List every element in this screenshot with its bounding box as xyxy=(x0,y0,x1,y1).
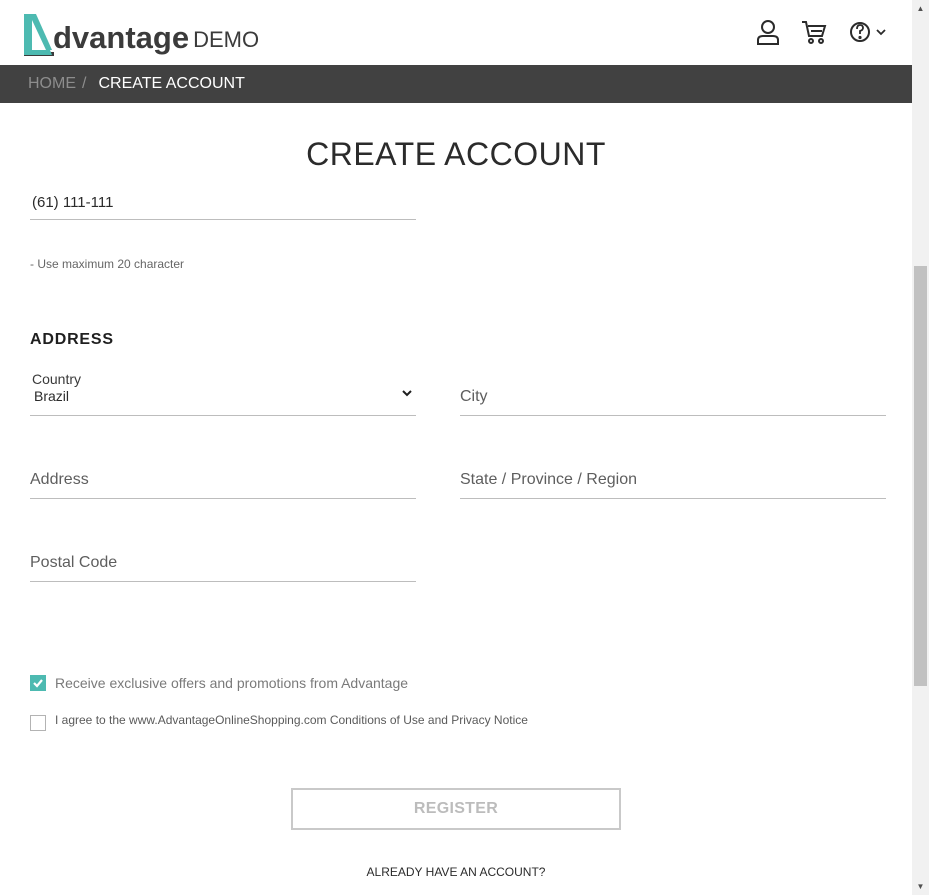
breadcrumb-separator: / xyxy=(82,75,87,92)
address-placeholder: Address xyxy=(30,471,89,488)
phone-value: (61) 111-111 xyxy=(32,194,114,211)
phone-hint: - Use maximum 20 character xyxy=(30,257,185,271)
check-icon xyxy=(33,679,43,688)
agree-checkbox-row[interactable]: I agree to the www.AdvantageOnlineShoppi… xyxy=(30,713,528,731)
city-field[interactable]: City xyxy=(460,387,886,416)
scroll-down-arrow-icon[interactable]: ▼ xyxy=(912,878,929,895)
logo-word: dvantage xyxy=(53,20,190,55)
page-title: CREATE ACCOUNT xyxy=(306,136,606,172)
help-icon[interactable] xyxy=(848,18,890,46)
logo-a-icon xyxy=(24,14,54,56)
address-section-title: ADDRESS xyxy=(30,331,114,348)
site-header: dvantage DEMO xyxy=(0,0,912,65)
offers-checkbox[interactable] xyxy=(30,675,46,691)
scroll-up-arrow-icon[interactable]: ▲ xyxy=(912,0,929,17)
state-placeholder: State / Province / Region xyxy=(460,471,637,488)
chevron-down-icon xyxy=(402,390,412,397)
breadcrumb-current: CREATE ACCOUNT xyxy=(98,75,245,92)
scrollbar[interactable]: ▲ ▼ xyxy=(912,0,929,895)
state-field[interactable]: State / Province / Region xyxy=(460,470,886,499)
breadcrumb-home[interactable]: HOME xyxy=(28,75,76,93)
offers-checkbox-label: Receive exclusive offers and promotions … xyxy=(55,675,409,691)
breadcrumb: HOME / CREATE ACCOUNT xyxy=(0,65,912,103)
phone-field[interactable]: (61) 111-111 xyxy=(30,194,416,220)
city-placeholder: City xyxy=(460,388,488,405)
address-field[interactable]: Address xyxy=(30,470,416,499)
country-label: Country xyxy=(32,371,82,387)
logo[interactable]: dvantage DEMO xyxy=(22,10,259,56)
postal-code-placeholder: Postal Code xyxy=(30,554,118,571)
agree-checkbox-label: I agree to the www.AdvantageOnlineShoppi… xyxy=(55,713,528,727)
register-button[interactable]: REGISTER xyxy=(291,788,621,830)
already-have-account-link[interactable]: ALREADY HAVE AN ACCOUNT? xyxy=(0,865,912,879)
postal-code-field[interactable]: Postal Code xyxy=(30,553,416,582)
logo-demo: DEMO xyxy=(193,27,260,52)
scroll-thumb[interactable] xyxy=(914,266,927,686)
offers-checkbox-row[interactable]: Receive exclusive offers and promotions … xyxy=(30,675,408,691)
agree-checkbox[interactable] xyxy=(30,715,46,731)
user-icon[interactable] xyxy=(754,18,782,46)
country-select[interactable]: Country Brazil xyxy=(30,371,416,416)
cart-icon[interactable] xyxy=(800,18,828,46)
country-value: Brazil xyxy=(34,388,70,404)
